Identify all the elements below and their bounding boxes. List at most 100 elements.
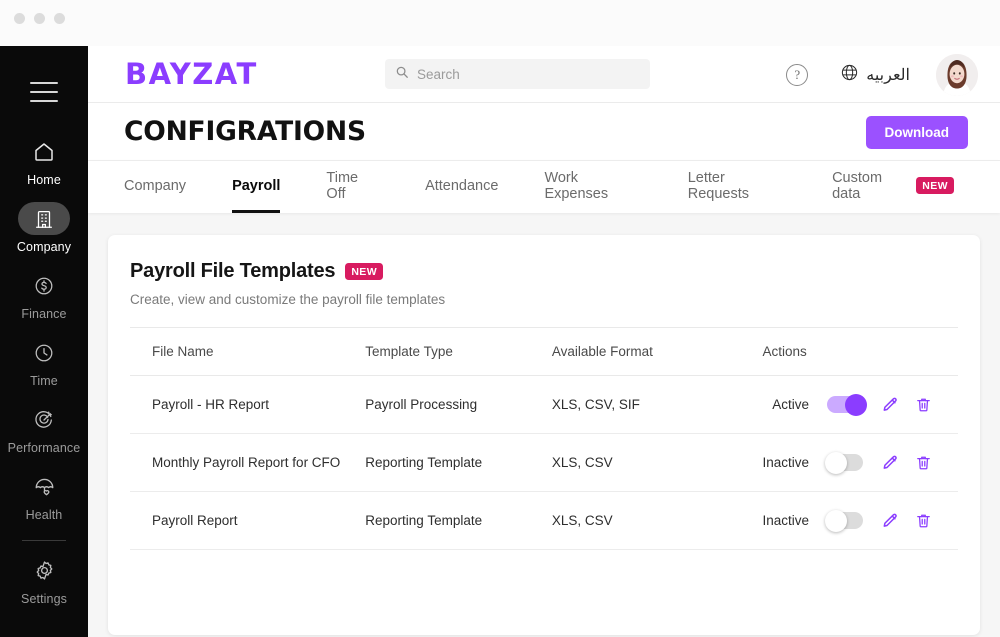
table-row: Payroll Report Reporting Template XLS, C… [130,492,958,550]
tab-label: Custom data [832,170,909,202]
tab-letter-requests[interactable]: Letter Requests [688,161,786,213]
pencil-icon[interactable] [881,454,899,472]
cell-available-format: XLS, CSV, SIF [552,376,763,434]
cell-actions: Inactive [762,492,958,550]
toggle-knob [825,452,847,474]
search-icon [395,65,409,84]
status-toggle[interactable] [827,511,865,530]
cell-file-name: Monthly Payroll Report for CFO [130,434,365,492]
status-toggle[interactable] [827,453,865,472]
target-icon [33,409,55,431]
trash-icon[interactable] [915,512,932,529]
gear-icon [33,559,56,582]
umbrella-heart-icon [33,475,56,498]
clock-icon-wrap [18,336,70,369]
table-head: File Name Template Type Available Format… [130,328,958,376]
download-button[interactable]: Download [866,116,969,149]
row-actions: Active [762,395,932,414]
tab-custom-data[interactable]: Custom data NEW [832,161,954,213]
cell-actions: Inactive [762,434,958,492]
sidebar-item-label: Home [27,173,61,187]
sidebar-item-performance[interactable]: Performance [0,394,88,461]
new-badge: NEW [345,263,383,280]
column-header-file-name: File Name [130,328,365,376]
close-button[interactable] [14,13,25,24]
sidebar-divider [22,540,66,541]
sidebar-item-settings[interactable]: Settings [0,545,88,612]
pencil-icon[interactable] [881,512,899,530]
building-icon [33,208,55,230]
search-box[interactable] [385,59,650,89]
logo-text: BAYZAT [125,57,258,91]
cell-available-format: XLS, CSV [552,492,763,550]
search-input[interactable] [417,67,640,82]
sidebar-item-company[interactable]: Company [0,193,88,260]
page-header: CONFIGRATIONS Download [88,103,1000,161]
avatar[interactable] [936,54,978,96]
cell-template-type: Reporting Template [365,434,552,492]
sidebar-item-health[interactable]: Health [0,461,88,528]
home-icon [32,140,56,164]
payroll-file-templates-card: Payroll File Templates NEW Create, view … [108,235,980,635]
table-header-row: File Name Template Type Available Format… [130,328,958,376]
row-actions: Inactive [762,511,932,530]
status-label: Inactive [762,513,809,528]
clock-icon [33,342,55,364]
tab-label: Payroll [232,178,280,194]
sidebar-item-home[interactable]: Home [0,126,88,193]
help-icon[interactable]: ? [786,64,808,86]
cell-file-name: Payroll - HR Report [130,376,365,434]
templates-table: File Name Template Type Available Format… [130,327,958,550]
trash-icon[interactable] [915,454,932,471]
sidebar-item-label: Performance [8,441,81,455]
column-header-available-format: Available Format [552,328,763,376]
tab-label: Time Off [326,170,379,202]
sidebar-item-label: Health [26,508,63,522]
main-region: BAYZAT ? [88,46,1000,637]
cell-actions: Active [762,376,958,434]
minimize-button[interactable] [34,13,45,24]
table-row: Monthly Payroll Report for CFO Reporting… [130,434,958,492]
globe-icon [840,63,859,87]
status-label: Active [772,397,809,412]
app-window: Home Company [0,0,1000,637]
table-body: Payroll - HR Report Payroll Processing X… [130,376,958,550]
column-header-template-type: Template Type [365,328,552,376]
topbar-actions: ? العربيه [786,46,978,103]
tab-attendance[interactable]: Attendance [425,161,498,213]
avatar-image [936,54,978,96]
language-switcher[interactable]: العربيه [840,63,910,87]
sidebar-item-finance[interactable]: Finance [0,260,88,327]
status-toggle[interactable] [827,395,865,414]
dollar-circle-icon [33,275,55,297]
new-badge: NEW [916,177,954,194]
maximize-button[interactable] [54,13,65,24]
sidebar-item-label: Finance [21,307,66,321]
trash-icon[interactable] [915,396,932,413]
card-title: Payroll File Templates [130,260,335,283]
page-title: CONFIGRATIONS [124,116,366,147]
row-actions: Inactive [762,453,932,472]
tab-label: Letter Requests [688,170,786,202]
toggle-knob [825,510,847,532]
card-subtitle: Create, view and customize the payroll f… [130,292,958,307]
sidebar-item-time[interactable]: Time [0,327,88,394]
pencil-icon[interactable] [881,396,899,414]
card-header: Payroll File Templates NEW [130,260,958,283]
cell-template-type: Payroll Processing [365,376,552,434]
gear-icon-wrap [18,554,70,587]
home-icon-wrap [18,135,70,168]
tabbar: Company Payroll Time Off Attendance Work… [88,161,1000,213]
hamburger-menu-icon[interactable] [30,82,58,102]
cell-file-name: Payroll Report [130,492,365,550]
sidebar-nav: Home Company [0,126,88,612]
bayzat-logo[interactable]: BAYZAT [125,57,258,91]
tab-company[interactable]: Company [124,161,186,213]
umbrella-heart-icon-wrap [18,470,70,503]
tab-time-off[interactable]: Time Off [326,161,379,213]
tab-payroll[interactable]: Payroll [232,161,280,213]
app-topbar: BAYZAT ? [88,46,1000,103]
cell-template-type: Reporting Template [365,492,552,550]
tab-work-expenses[interactable]: Work Expenses [544,161,641,213]
status-label: Inactive [762,455,809,470]
